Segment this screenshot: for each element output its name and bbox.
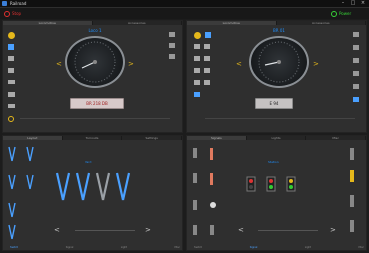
turnout-column-left (8, 146, 34, 240)
f3-icon-r[interactable] (194, 44, 200, 49)
footer-light[interactable]: Light (121, 246, 127, 249)
signal-column-right (193, 148, 216, 235)
tab-accessories[interactable]: Accessories (93, 21, 182, 25)
g3-icon[interactable] (353, 58, 359, 63)
speedometer-right[interactable] (249, 36, 309, 88)
loco-image-right: E 94 (255, 98, 293, 109)
title-bar (0, 0, 369, 8)
f3-icon[interactable] (169, 54, 175, 59)
stop-label: Stop (12, 11, 22, 16)
tab-turnouts[interactable]: Turnouts (63, 136, 123, 140)
footer-right: Switch Signal Light Misc (194, 246, 364, 249)
loco-left-tabs: Locomotive Accessories (3, 21, 182, 25)
loco-right-tabs: Locomotive Accessories (187, 21, 366, 25)
tab-locomotive-r[interactable]: Locomotive (187, 21, 277, 25)
warning-icon[interactable] (8, 116, 14, 122)
direction-right-arrow[interactable]: > (128, 60, 134, 68)
bottom-left-tabs: Layout Turnouts Settings (3, 136, 183, 140)
g1-icon[interactable] (353, 32, 359, 37)
footer-misc[interactable]: Misc (174, 246, 180, 249)
g6-icon[interactable] (353, 97, 359, 102)
cab-light-icon[interactable] (8, 92, 15, 97)
tab-settings[interactable]: Settings (122, 136, 183, 140)
close-button[interactable]: × (358, 0, 368, 7)
speedometer-left[interactable] (65, 36, 125, 88)
function-column-right (353, 32, 361, 122)
footer-switch[interactable]: Switch (10, 246, 18, 249)
layout-label-right: Station (268, 160, 279, 164)
g2-icon[interactable] (353, 45, 359, 50)
window-title: Railroad (10, 1, 27, 6)
page-next-left[interactable]: > (145, 226, 151, 234)
toolbar (0, 8, 369, 19)
signal-row-right (246, 176, 296, 192)
tab-signals[interactable]: Signals (187, 136, 247, 140)
tab-layout[interactable]: Layout (3, 136, 63, 140)
footer-misc-r[interactable]: Misc (358, 246, 364, 249)
f10-icon-r[interactable] (204, 80, 210, 85)
loco-name-right: BR 01 (273, 28, 285, 33)
horn-icon[interactable] (8, 56, 14, 61)
g5-icon[interactable] (353, 84, 359, 89)
light-icon-r[interactable] (194, 32, 201, 39)
f5-icon-r[interactable] (194, 56, 200, 61)
g4-icon[interactable] (353, 71, 359, 76)
tab-accessories-r[interactable]: Accessories (277, 21, 366, 25)
footer-light-r[interactable]: Light (305, 246, 311, 249)
f2-icon[interactable] (169, 43, 175, 48)
page-indicator-left (75, 230, 135, 231)
speedometer-dial-icon (74, 41, 116, 83)
turnout-row-left (55, 172, 131, 201)
f8-icon-r[interactable] (204, 68, 210, 73)
tab-misc[interactable]: Misc (306, 136, 367, 140)
f1-icon[interactable] (169, 32, 175, 37)
function-column-left-b (169, 32, 177, 122)
smoke-icon[interactable] (8, 104, 15, 108)
layout-label-left: Yard (85, 160, 92, 164)
speed-slider-left[interactable] (20, 118, 170, 119)
power-button[interactable]: Power (331, 10, 365, 17)
light-icon[interactable] (8, 32, 15, 39)
page-prev-left[interactable]: < (54, 226, 60, 234)
function-column-left (8, 32, 16, 122)
footer-switch-r[interactable]: Switch (194, 246, 202, 249)
direction-left-arrow-r[interactable]: < (236, 60, 242, 68)
bell-icon[interactable] (8, 68, 14, 73)
page-prev-right[interactable]: < (238, 226, 244, 234)
footer-signal[interactable]: Signal (66, 246, 74, 249)
f4-icon-r[interactable] (204, 44, 210, 49)
page-next-right[interactable]: > (330, 226, 336, 234)
f7-icon-r[interactable] (194, 68, 200, 73)
loco-name-left: Loco 1 (88, 28, 102, 33)
f9-icon-r[interactable] (194, 80, 200, 85)
footer-signal-r[interactable]: Signal (250, 246, 258, 249)
loco-image-left: BR 218 DB (70, 98, 124, 109)
direction-left-arrow[interactable]: < (56, 60, 62, 68)
sound-icon-r[interactable] (205, 32, 211, 38)
power-icon (331, 10, 337, 17)
speed-slider-right[interactable] (205, 118, 355, 119)
stop-icon (4, 10, 10, 17)
page-indicator-right (258, 230, 318, 231)
power-label: Power (339, 11, 352, 16)
function-grid-right (194, 32, 214, 127)
speedometer-dial-icon-r (258, 41, 300, 83)
sound-icon[interactable] (8, 44, 14, 50)
f6-icon-r[interactable] (204, 56, 210, 61)
tab-locomotive[interactable]: Locomotive (3, 21, 93, 25)
app-icon (2, 1, 7, 6)
maximize-button[interactable]: □ (348, 0, 358, 7)
stop-button[interactable]: Stop (4, 10, 34, 17)
minimize-button[interactable]: – (338, 0, 348, 7)
f11-icon-r[interactable] (194, 92, 200, 97)
bottom-right-tabs: Signals Lights Misc (187, 136, 367, 140)
footer-left: Switch Signal Light Misc (10, 246, 180, 249)
direction-right-arrow-r[interactable]: > (313, 60, 319, 68)
coupler-icon[interactable] (8, 80, 15, 84)
tab-lights[interactable]: Lights (247, 136, 307, 140)
